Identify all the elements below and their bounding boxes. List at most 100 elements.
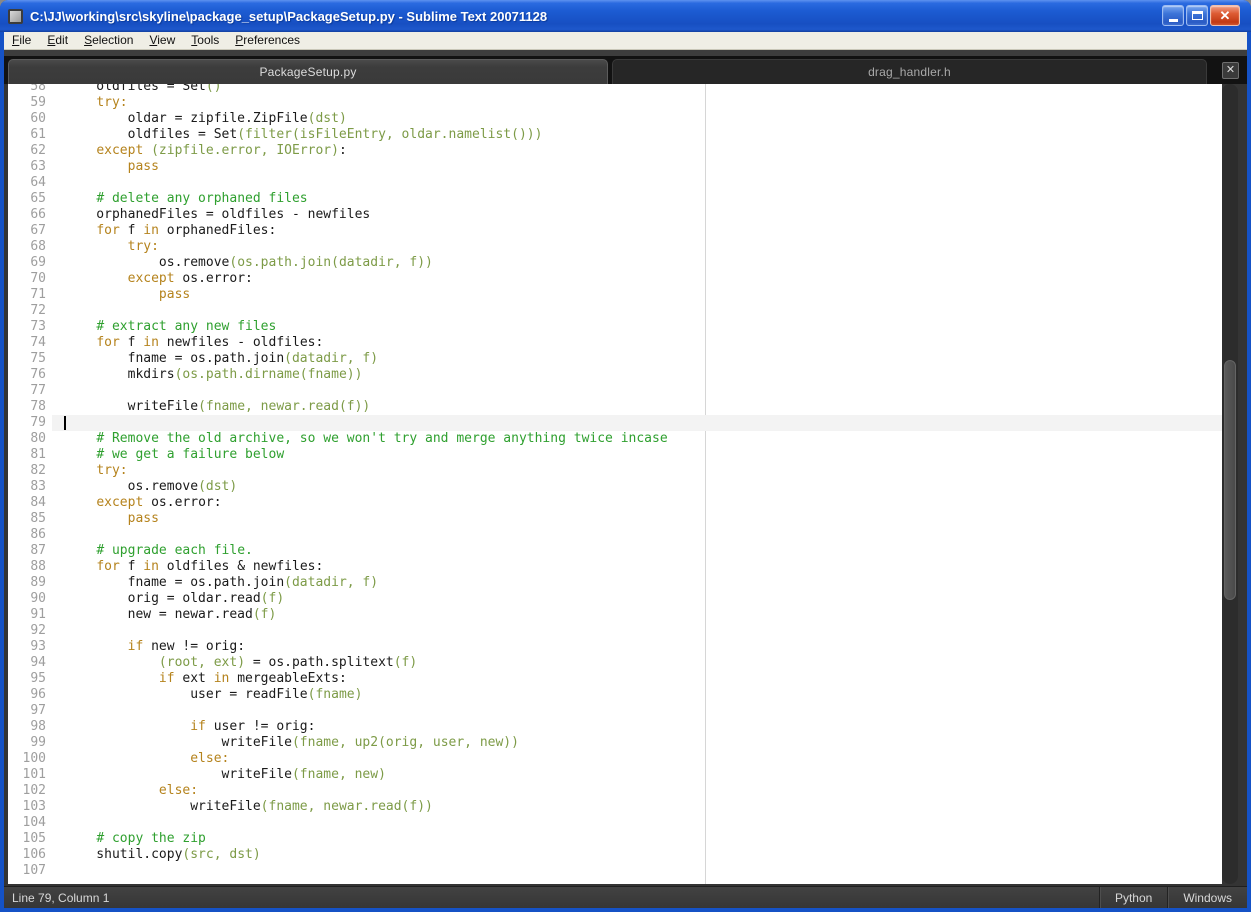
code-line[interactable]: 79 [8, 415, 1222, 431]
code-text: writeFile(fname, up2(orig, user, new)) [65, 735, 519, 750]
code-line[interactable]: 76 mkdirs(os.path.dirname(fname)) [8, 367, 1222, 383]
code-line[interactable]: 64 [8, 175, 1222, 191]
line-number: 93 [30, 639, 46, 654]
code-line[interactable]: 98 if user != orig: [8, 719, 1222, 735]
code-line[interactable]: 88 for f in oldfiles & newfiles: [8, 559, 1222, 575]
code-line[interactable]: 102 else: [8, 783, 1222, 799]
code-text: for f in oldfiles & newfiles: [96, 559, 324, 574]
menu-bar: File Edit Selection View Tools Preferences [4, 32, 1247, 50]
tab-drag-handler-h[interactable]: drag_handler.h [612, 59, 1207, 84]
code-text: orphanedFiles = oldfiles - newfiles [65, 207, 371, 222]
code-text: else: [190, 751, 230, 766]
close-button[interactable]: ✕ [1210, 5, 1240, 26]
code-line[interactable]: 62 except (zipfile.error, IOError): [8, 143, 1222, 159]
code-line[interactable]: 68 try: [8, 239, 1222, 255]
syntax-selector[interactable]: Python [1098, 887, 1167, 908]
code-text: # upgrade each file. [96, 543, 253, 558]
line-number: 81 [30, 447, 46, 462]
line-number: 72 [30, 303, 46, 318]
code-line[interactable]: 89 fname = os.path.join(datadir, f) [8, 575, 1222, 591]
menu-edit[interactable]: Edit [39, 32, 76, 50]
code-text: try: [96, 95, 128, 110]
vertical-scrollbar[interactable] [1222, 84, 1238, 884]
code-line[interactable]: 106 shutil.copy(src, dst) [8, 847, 1222, 863]
menu-tools[interactable]: Tools [183, 32, 227, 50]
code-line[interactable]: 63 pass [8, 159, 1222, 175]
code-line[interactable]: 82 try: [8, 463, 1222, 479]
code-line[interactable]: 84 except os.error: [8, 495, 1222, 511]
line-number: 90 [30, 591, 46, 606]
code-line[interactable]: 77 [8, 383, 1222, 399]
menu-view[interactable]: View [141, 32, 183, 50]
scrollbar-thumb[interactable] [1224, 360, 1236, 600]
code-line[interactable]: 72 [8, 303, 1222, 319]
code-line[interactable]: 71 pass [8, 287, 1222, 303]
line-number: 107 [22, 863, 46, 878]
code-line[interactable]: 83 os.remove(dst) [8, 479, 1222, 495]
tab-close-button[interactable]: ✕ [1222, 62, 1239, 79]
code-text: if new != orig: [127, 639, 246, 654]
line-number: 66 [30, 207, 46, 222]
menu-preferences[interactable]: Preferences [227, 32, 308, 50]
code-line[interactable]: 103 writeFile(fname, newar.read(f)) [8, 799, 1222, 815]
code-text: pass [127, 511, 159, 526]
code-line[interactable]: 58 oldfiles = Set() [8, 84, 1222, 95]
code-line[interactable]: 96 user = readFile(fname) [8, 687, 1222, 703]
code-line[interactable]: 80 # Remove the old archive, so we won't… [8, 431, 1222, 447]
code-line[interactable]: 90 orig = oldar.read(f) [8, 591, 1222, 607]
code-line[interactable]: 99 writeFile(fname, up2(orig, user, new)… [8, 735, 1222, 751]
code-line[interactable]: 75 fname = os.path.join(datadir, f) [8, 351, 1222, 367]
code-line[interactable]: 66 orphanedFiles = oldfiles - newfiles [8, 207, 1222, 223]
line-number: 65 [30, 191, 46, 206]
menu-selection[interactable]: Selection [76, 32, 141, 50]
line-number: 98 [30, 719, 46, 734]
minimize-button[interactable] [1162, 5, 1184, 26]
code-line[interactable]: 87 # upgrade each file. [8, 543, 1222, 559]
code-line[interactable]: 60 oldar = zipfile.ZipFile(dst) [8, 111, 1222, 127]
line-endings-selector[interactable]: Windows [1167, 887, 1247, 908]
code-line[interactable]: 65 # delete any orphaned files [8, 191, 1222, 207]
code-line[interactable]: 93 if new != orig: [8, 639, 1222, 655]
code-line[interactable]: 100 else: [8, 751, 1222, 767]
code-text: if user != orig: [190, 719, 316, 734]
code-line[interactable]: 59 try: [8, 95, 1222, 111]
code-line[interactable]: 70 except os.error: [8, 271, 1222, 287]
code-line[interactable]: 107 [8, 863, 1222, 879]
code-line[interactable]: 94 (root, ext) = os.path.splitext(f) [8, 655, 1222, 671]
line-number: 82 [30, 463, 46, 478]
line-number: 68 [30, 239, 46, 254]
line-number: 73 [30, 319, 46, 334]
code-line[interactable]: 69 os.remove(os.path.join(datadir, f)) [8, 255, 1222, 271]
code-line[interactable]: 73 # extract any new files [8, 319, 1222, 335]
line-number: 91 [30, 607, 46, 622]
code-line[interactable]: 97 [8, 703, 1222, 719]
code-line[interactable]: 67 for f in orphanedFiles: [8, 223, 1222, 239]
code-line[interactable]: 81 # we get a failure below [8, 447, 1222, 463]
code-line[interactable]: 101 writeFile(fname, new) [8, 767, 1222, 783]
code-line[interactable]: 85 pass [8, 511, 1222, 527]
code-line[interactable]: 86 [8, 527, 1222, 543]
code-line[interactable]: 92 [8, 623, 1222, 639]
code-text: oldar = zipfile.ZipFile(dst) [65, 111, 347, 126]
status-bar: Line 79, Column 1 Python Windows [4, 886, 1247, 908]
window-title: C:\JJ\working\src\skyline\package_setup\… [30, 8, 548, 24]
code-text: # extract any new files [96, 319, 277, 334]
code-line[interactable]: 78 writeFile(fname, newar.read(f)) [8, 399, 1222, 415]
code-text: else: [158, 783, 199, 798]
code-line[interactable]: 104 [8, 815, 1222, 831]
maximize-button[interactable] [1186, 5, 1208, 26]
code-line[interactable]: 95 if ext in mergeableExts: [8, 671, 1222, 687]
editor[interactable]: 58 oldfiles = Set() 59 try: 60 oldar = zip… [8, 84, 1222, 884]
code-line[interactable]: 91 new = newar.read(f) [8, 607, 1222, 623]
code-line[interactable]: 105 # copy the zip [8, 831, 1222, 847]
code-line[interactable]: 74 for f in newfiles - oldfiles: [8, 335, 1222, 351]
line-number: 62 [30, 143, 46, 158]
tab-packagesetup-py[interactable]: PackageSetup.py [8, 59, 608, 84]
code-text: writeFile(fname, newar.read(f)) [65, 399, 371, 414]
tab-bar: ✕ PackageSetup.py drag_handler.h [4, 56, 1247, 84]
menu-file[interactable]: File [4, 32, 39, 50]
code-line[interactable]: 61 oldfiles = Set(filter(isFileEntry, ol… [8, 127, 1222, 143]
